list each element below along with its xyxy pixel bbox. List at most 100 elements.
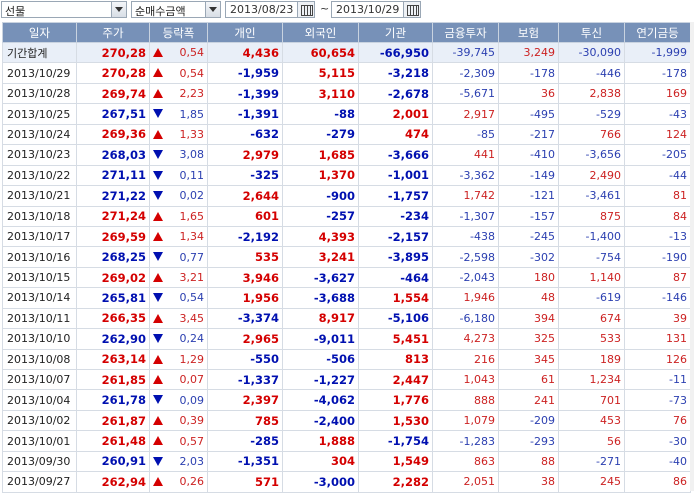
calendar-icon[interactable] — [297, 2, 314, 17]
table-row[interactable]: 2013/10/18 271,24 1,65 601 -257 -234 -1,307 -15… — [2, 205, 691, 227]
cell-individual: 601 — [207, 205, 283, 227]
column-header-change[interactable]: 등락폭 — [149, 22, 208, 43]
change-value: 0,54 — [179, 66, 205, 80]
table-row[interactable]: 2013/10/07 261,85 0,07 -1,337 -1,227 2,447 1,0… — [2, 368, 691, 391]
table-row[interactable]: 2013/10/25 267,51 1,85 -1,391 -88 2,001 2,917-… — [2, 103, 691, 125]
table-row[interactable]: 2013/10/29 270,28 0,54 -1,959 5,115 -3,218 -2,… — [2, 62, 691, 84]
column-header-insurance[interactable]: 보험 — [498, 22, 559, 43]
cell-pension: -190 — [624, 246, 691, 268]
cell-trust: 2,490 — [558, 164, 625, 187]
cell-price: 269,59 — [76, 225, 150, 248]
cell-insurance: -157 — [498, 205, 559, 227]
cell-pension: 124 — [624, 123, 691, 146]
change-value: 1,34 — [179, 230, 205, 244]
cell-foreign: 5,115 — [282, 62, 359, 84]
cell-date: 2013/10/14 — [2, 287, 77, 309]
cell-financial: 4,273 — [432, 328, 499, 350]
cell-pension: -30 — [624, 430, 691, 452]
cell-financial: -2,309 — [432, 62, 499, 84]
chevron-down-icon[interactable] — [111, 2, 126, 17]
cell-foreign: 1,888 — [282, 430, 359, 452]
cell-individual: -1,337 — [207, 368, 283, 391]
cell-institution: 1,776 — [358, 389, 433, 411]
table-row[interactable]: 2013/09/27 262,94 0,26 571 -3,000 2,282 2,051 3… — [2, 471, 691, 493]
cell-price: 270,28 — [76, 62, 150, 84]
table-row[interactable]: 2013/10/10 262,90 0,24 2,965 -9,011 5,451 4,27… — [2, 328, 691, 350]
cell-individual: 2,397 — [207, 389, 283, 411]
table-row[interactable]: 2013/10/24 269,36 1,33 -632 -279 474 -85 -217 76… — [2, 123, 691, 146]
table-row[interactable]: 2013/10/21 271,22 0,02 2,644 -900 -1,757 1,742… — [2, 185, 691, 207]
chevron-down-icon[interactable] — [205, 2, 220, 17]
table-row[interactable]: 2013/10/23 268,03 3,08 2,979 1,685 -3,666 441-… — [2, 144, 691, 166]
table-total-row[interactable]: 기간합계 270,28 0,54 4,436 60,654 -66,950 -39,745 3… — [2, 41, 691, 64]
cell-financial: 1,742 — [432, 185, 499, 207]
cell-change: 0,02 — [149, 185, 208, 207]
column-header-price[interactable]: 주가 — [76, 22, 150, 43]
cell-institution: 1,530 — [358, 409, 433, 432]
cell-date: 기간합계 — [2, 41, 77, 64]
cell-change: 2,23 — [149, 82, 208, 105]
cell-individual: -2,192 — [207, 225, 283, 248]
cell-trust: -529 — [558, 103, 625, 125]
cell-foreign: -3,000 — [282, 471, 359, 493]
column-header-trust[interactable]: 투신 — [558, 22, 625, 43]
table-row[interactable]: 2013/10/16 268,25 0,77 535 3,241 -3,895 -2,598… — [2, 246, 691, 268]
table-row[interactable]: 2013/10/11 266,35 3,45 -3,374 8,917 -5,106 -6,… — [2, 307, 691, 330]
cell-foreign: -279 — [282, 123, 359, 146]
table-row[interactable]: 2013/10/28 269,74 2,23 -1,399 3,110 -2,678 -5,… — [2, 82, 691, 105]
cell-price: 261,85 — [76, 368, 150, 391]
start-date-field[interactable]: 2013/08/23 — [225, 1, 315, 18]
date-range-separator: ~ — [320, 2, 330, 15]
change-value: 3,45 — [179, 311, 205, 325]
cell-price: 262,94 — [76, 471, 150, 493]
column-header-individual[interactable]: 개인 — [207, 22, 283, 43]
table-row[interactable]: 2013/10/08 263,14 1,29 -550 -506 813 216 345 189… — [2, 348, 691, 371]
cell-individual: -3,374 — [207, 307, 283, 330]
measure-select[interactable]: 순매수금액 — [131, 1, 221, 18]
column-header-institution[interactable]: 기관 — [358, 22, 433, 43]
cell-price: 268,03 — [76, 144, 150, 166]
cell-date: 2013/10/11 — [2, 307, 77, 330]
table-row[interactable]: 2013/10/04 261,78 0,09 2,397 -4,062 1,776 888 2… — [2, 389, 691, 411]
cell-date: 2013/10/08 — [2, 348, 77, 371]
cell-change: 0,77 — [149, 246, 208, 268]
triangle-up-icon — [153, 272, 163, 282]
cell-foreign: -506 — [282, 348, 359, 371]
table-row[interactable]: 2013/10/22 271,11 0,11 -325 1,370 -1,001 -3,36… — [2, 164, 691, 187]
cell-institution: 2,282 — [358, 471, 433, 493]
end-date-field[interactable]: 2013/10/29 — [331, 1, 421, 18]
cell-individual: 4,436 — [207, 41, 283, 64]
column-header-pension[interactable]: 연기금등 — [624, 22, 691, 43]
cell-institution: -1,001 — [358, 164, 433, 187]
table-row[interactable]: 2013/10/14 265,81 0,54 1,956 -3,688 1,554 1,94… — [2, 287, 691, 309]
table-row[interactable]: 2013/10/02 261,87 0,39 785 -2,400 1,530 1,079-… — [2, 409, 691, 432]
triangle-up-icon — [153, 231, 163, 241]
table-row[interactable]: 2013/09/30 260,91 2,03 -1,351 304 1,549 863 88-… — [2, 450, 691, 473]
cell-trust: 1,234 — [558, 368, 625, 391]
cell-trust: -619 — [558, 287, 625, 309]
cell-institution: -2,157 — [358, 225, 433, 248]
cell-date: 2013/10/16 — [2, 246, 77, 268]
table-row[interactable]: 2013/10/01 261,48 0,57 -285 1,888 -1,754 -1,28… — [2, 430, 691, 452]
column-header-foreign[interactable]: 외국인 — [282, 22, 359, 43]
change-value: 2,23 — [179, 87, 205, 101]
cell-date: 2013/10/22 — [2, 164, 77, 187]
cell-change: 0,57 — [149, 430, 208, 452]
cell-insurance: 180 — [498, 266, 559, 289]
cell-change: 2,03 — [149, 450, 208, 473]
cell-trust: 453 — [558, 409, 625, 432]
market-select[interactable]: 선물 — [1, 1, 127, 18]
table-row[interactable]: 2013/10/15 269,02 3,21 3,946 -3,627 -464 -2,04… — [2, 266, 691, 289]
cell-insurance: -410 — [498, 144, 559, 166]
cell-change: 0,09 — [149, 389, 208, 411]
cell-date: 2013/10/02 — [2, 409, 77, 432]
vertical-scrollbar[interactable] — [690, 22, 694, 491]
calendar-icon[interactable] — [403, 2, 420, 17]
table-row[interactable]: 2013/10/17 269,59 1,34 -2,192 4,393 -2,157 -43… — [2, 225, 691, 248]
cell-financial: 1,946 — [432, 287, 499, 309]
cell-trust: -1,400 — [558, 225, 625, 248]
cell-financial: 216 — [432, 348, 499, 371]
column-header-date[interactable]: 일자 — [2, 22, 77, 43]
change-value: 0,54 — [179, 46, 205, 60]
column-header-financial[interactable]: 금융투자 — [432, 22, 499, 43]
